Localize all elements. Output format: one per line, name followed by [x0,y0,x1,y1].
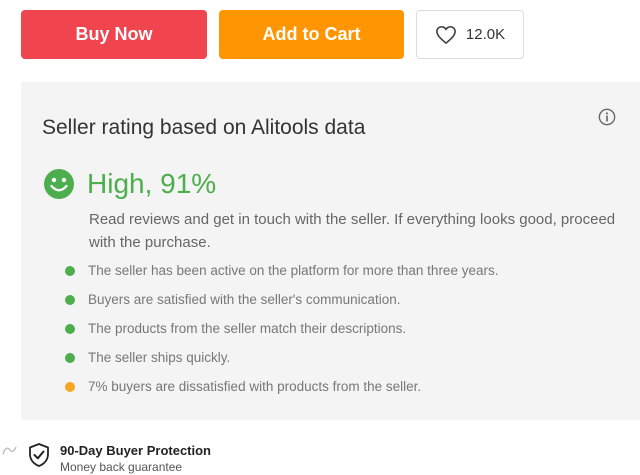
status-dot [65,323,75,334]
protection-title: 90-Day Buyer Protection [60,443,211,458]
protection-subtitle: Money back guarantee [60,460,183,474]
heart-icon [435,25,456,44]
add-to-cart-button[interactable]: Add to Cart [219,10,404,59]
rating-description: Read reviews and get in touch with the s… [89,211,616,251]
fact-item: The seller ships quickly. [65,343,498,372]
fact-text: The seller ships quickly. [88,350,231,365]
rating-value: High, 91% [87,168,217,199]
info-icon[interactable] [598,108,616,126]
cursor-glyph-icon [2,446,17,455]
seller-facts-list: The seller has been active on the platfo… [65,256,498,401]
buy-now-button[interactable]: Buy Now [21,10,207,59]
fact-text: 7% buyers are dissatisfied with products… [88,379,422,394]
fact-item: 7% buyers are dissatisfied with products… [65,372,498,401]
status-dot [65,265,75,276]
protection-text: 90-Day Buyer Protection Money back guara… [60,443,211,475]
shield-check-icon [29,443,49,467]
fact-item: The seller has been active on the platfo… [65,256,498,285]
wishlist-button[interactable]: 12.0K [416,10,524,59]
fact-text: The seller has been active on the platfo… [88,263,499,278]
status-dot [65,381,75,392]
panel-title: Seller rating based on Alitools data [42,116,366,139]
status-dot [65,352,75,363]
buyer-protection: 90-Day Buyer Protection Money back guara… [28,443,211,475]
fact-text: Buyers are satisfied with the seller's c… [88,292,401,307]
rating-summary: High, 91% [43,168,216,200]
status-dot [65,294,75,305]
fact-item: The products from the seller match their… [65,314,498,343]
purchase-actions: Buy Now Add to Cart 12.0K [21,10,524,59]
fact-text: The products from the seller match their… [88,321,407,336]
seller-rating-panel: Seller rating based on Alitools data Hig… [21,82,640,420]
fact-item: Buyers are satisfied with the seller's c… [65,285,498,314]
smile-icon [44,169,74,199]
wishlist-count: 12.0K [465,26,506,43]
